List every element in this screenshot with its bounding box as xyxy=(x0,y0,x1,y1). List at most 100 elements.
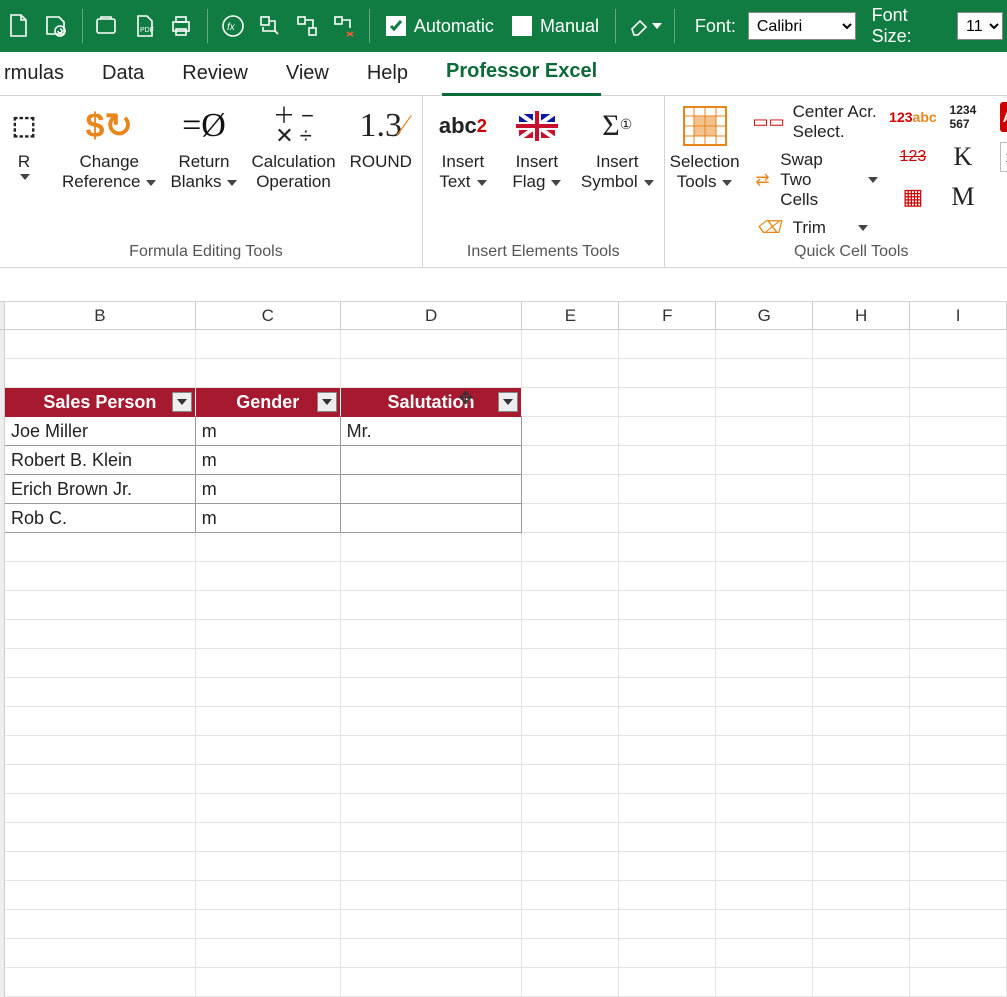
cell[interactable] xyxy=(619,330,716,359)
col-header-C[interactable]: C xyxy=(196,302,341,329)
cell[interactable] xyxy=(5,852,196,881)
cell[interactable] xyxy=(910,562,1007,591)
cell[interactable] xyxy=(5,939,196,968)
col-header-I[interactable]: I xyxy=(910,302,1007,329)
cell[interactable] xyxy=(619,794,716,823)
partial-button[interactable]: ⬚ R xyxy=(0,102,48,180)
col-header-E[interactable]: E xyxy=(522,302,619,329)
cell[interactable] xyxy=(5,359,196,388)
cell[interactable] xyxy=(619,417,716,446)
cell[interactable] xyxy=(716,562,813,591)
cell[interactable] xyxy=(196,620,341,649)
cell[interactable] xyxy=(813,707,910,736)
name-manager-icon[interactable] xyxy=(255,9,286,43)
cell[interactable] xyxy=(813,649,910,678)
table-cell[interactable] xyxy=(341,504,523,533)
cell[interactable] xyxy=(910,794,1007,823)
cell[interactable] xyxy=(910,649,1007,678)
cell[interactable] xyxy=(813,794,910,823)
cell[interactable] xyxy=(910,765,1007,794)
cell[interactable] xyxy=(910,736,1007,765)
selection-tools-button[interactable]: SelectionTools xyxy=(675,102,735,193)
table-tool-icon[interactable]: ▦ xyxy=(898,182,928,212)
attach-icon[interactable] xyxy=(93,9,124,43)
table-cell[interactable]: m xyxy=(196,446,341,475)
cell[interactable] xyxy=(716,736,813,765)
cell[interactable] xyxy=(5,765,196,794)
col-header-F[interactable]: F xyxy=(619,302,716,329)
col-header-G[interactable]: G xyxy=(716,302,813,329)
cell[interactable] xyxy=(813,417,910,446)
cell[interactable] xyxy=(522,823,619,852)
cell[interactable] xyxy=(341,649,523,678)
cell[interactable] xyxy=(619,823,716,852)
cell[interactable] xyxy=(5,591,196,620)
cell[interactable] xyxy=(5,910,196,939)
numfmt-more-icon[interactable]: 12 xyxy=(1000,142,1007,172)
cell[interactable] xyxy=(813,359,910,388)
cell[interactable] xyxy=(196,939,341,968)
cell[interactable] xyxy=(5,620,196,649)
strike-123-icon[interactable]: 123 xyxy=(898,142,928,172)
cell[interactable] xyxy=(619,939,716,968)
cell[interactable] xyxy=(341,678,523,707)
cell[interactable] xyxy=(522,852,619,881)
cell[interactable] xyxy=(341,765,523,794)
eraser-dropdown[interactable] xyxy=(626,9,664,43)
cell[interactable] xyxy=(619,910,716,939)
cell[interactable] xyxy=(813,736,910,765)
table-cell[interactable]: Rob C. xyxy=(5,504,196,533)
cell[interactable] xyxy=(910,388,1007,417)
table-header-sales-person[interactable]: Sales Person xyxy=(5,388,196,417)
col-header-H[interactable]: H xyxy=(813,302,910,329)
cell[interactable] xyxy=(522,649,619,678)
cell[interactable] xyxy=(522,591,619,620)
cell[interactable] xyxy=(813,533,910,562)
tab-formulas[interactable]: rmulas xyxy=(0,54,68,95)
cell[interactable] xyxy=(910,620,1007,649)
cell[interactable] xyxy=(341,968,523,997)
round-button[interactable]: 1.3⁄ ROUND xyxy=(350,102,412,172)
cell[interactable] xyxy=(716,620,813,649)
cell[interactable] xyxy=(716,504,813,533)
cell[interactable] xyxy=(196,649,341,678)
cell[interactable] xyxy=(522,765,619,794)
numfmt-1234-icon[interactable]: 1234567 xyxy=(948,102,978,132)
ab-red-icon[interactable]: AB xyxy=(1000,102,1007,132)
tab-professor-excel[interactable]: Professor Excel xyxy=(442,52,601,96)
cell[interactable] xyxy=(813,823,910,852)
cell[interactable] xyxy=(813,852,910,881)
cell[interactable] xyxy=(813,562,910,591)
cell[interactable] xyxy=(341,881,523,910)
cell[interactable] xyxy=(716,881,813,910)
cell[interactable] xyxy=(910,417,1007,446)
cell[interactable] xyxy=(196,678,341,707)
cell[interactable] xyxy=(619,881,716,910)
cell[interactable] xyxy=(341,359,523,388)
cell[interactable] xyxy=(619,562,716,591)
cell[interactable] xyxy=(619,649,716,678)
table-header-salutation[interactable]: Salutation xyxy=(341,388,523,417)
table-cell[interactable]: Mr. xyxy=(341,417,523,446)
cell[interactable] xyxy=(196,330,341,359)
fontsize-select[interactable]: 11 xyxy=(957,12,1003,40)
remove-trace-icon[interactable] xyxy=(328,9,359,43)
cell[interactable] xyxy=(341,736,523,765)
cell[interactable] xyxy=(5,736,196,765)
table-cell[interactable] xyxy=(341,475,523,504)
refresh-file-icon[interactable] xyxy=(41,9,72,43)
cell[interactable] xyxy=(813,330,910,359)
filter-button[interactable] xyxy=(172,392,192,412)
font-select[interactable]: Calibri xyxy=(748,12,856,40)
worksheet-grid[interactable]: B C D E F G H I xyxy=(0,302,1007,997)
return-blanks-button[interactable]: =Ø ReturnBlanks xyxy=(170,102,237,193)
cell[interactable] xyxy=(522,533,619,562)
cell[interactable] xyxy=(196,591,341,620)
cell[interactable] xyxy=(910,591,1007,620)
cell[interactable] xyxy=(522,359,619,388)
cell[interactable] xyxy=(716,910,813,939)
cell[interactable] xyxy=(522,968,619,997)
cell[interactable] xyxy=(522,417,619,446)
cell[interactable] xyxy=(716,939,813,968)
cell[interactable] xyxy=(5,678,196,707)
